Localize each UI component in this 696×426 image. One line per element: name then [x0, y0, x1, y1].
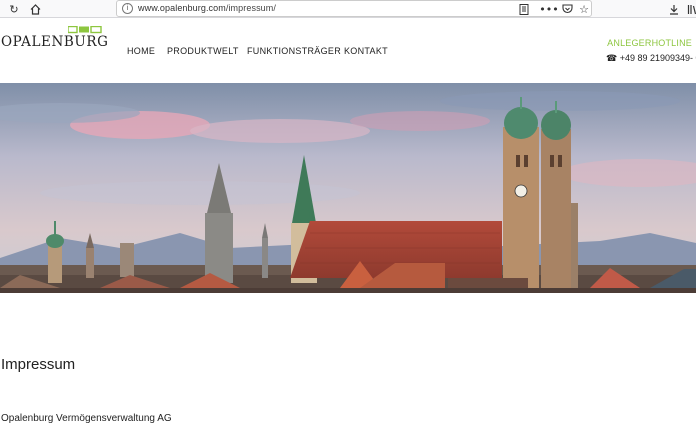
site-logo[interactable]: OPALENBURG [1, 34, 109, 50]
company-name: Opalenburg Vermögensverwaltung AG [1, 413, 172, 424]
hotline-label: ANLEGERHOTLINE [607, 38, 692, 48]
download-icon[interactable] [666, 1, 682, 17]
page-title: Impressum [1, 356, 76, 373]
library-icon[interactable] [684, 1, 696, 17]
bookmark-star-icon[interactable]: ☆ [576, 1, 592, 17]
nav-kontakt[interactable]: KONTAKT [344, 46, 388, 56]
nav-funktionstraeger[interactable]: FUNKTIONSTRÄGER [247, 46, 344, 56]
url-path: /impressum/ [225, 3, 276, 13]
phone-text: +49 89 21909349- 0 [619, 53, 696, 63]
info-icon[interactable]: i [122, 3, 133, 14]
phone-number[interactable]: ☎ +49 89 21909349- 0 [606, 53, 696, 64]
more-icon[interactable]: ••• [539, 1, 558, 17]
munich-skyline-image [0, 83, 696, 293]
home-icon[interactable] [27, 1, 43, 17]
nav-produktwelt[interactable]: PRODUKTWELT [167, 46, 247, 56]
browser-toolbar: ↻ i www.opalenburg.com/impressum/ ••• ☆ [0, 0, 696, 18]
main-nav: HOME PRODUKTWELT FUNKTIONSTRÄGER KONTAKT [127, 46, 388, 56]
phone-icon: ☎ [606, 54, 618, 64]
pocket-icon[interactable] [559, 1, 575, 17]
hero-image [0, 83, 696, 293]
nav-home[interactable]: HOME [127, 46, 167, 56]
reload-icon[interactable]: ↻ [6, 1, 22, 17]
url-text[interactable]: www.opalenburg.com/impressum/ [138, 3, 276, 13]
reader-view-icon[interactable] [516, 1, 532, 17]
url-host: www.opalenburg.com [138, 3, 226, 13]
logo-mark-icon [68, 26, 102, 34]
